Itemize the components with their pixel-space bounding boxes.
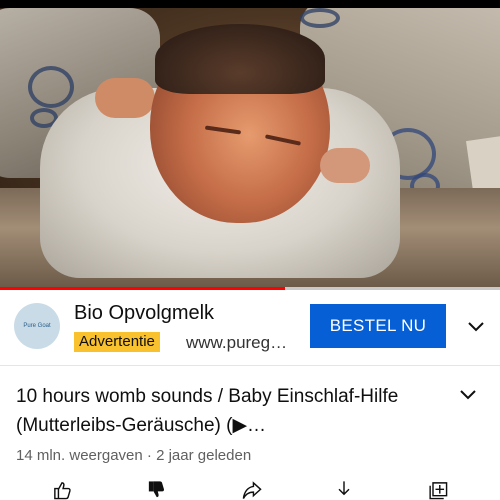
- advertiser-logo[interactable]: Pure Goat: [14, 303, 60, 349]
- save-icon[interactable]: [424, 480, 452, 500]
- upload-age: 2 jaar geleden: [156, 447, 252, 464]
- order-now-button[interactable]: BESTEL NU: [310, 304, 446, 348]
- expand-description-chevron-icon[interactable]: [458, 384, 478, 404]
- status-bar: [0, 0, 500, 8]
- advertiser-name[interactable]: Bio Opvolgmelk: [74, 302, 214, 325]
- like-icon[interactable]: [48, 480, 76, 500]
- ad-banner[interactable]: Pure Goat Bio Opvolgmelk Advertentie www…: [0, 290, 500, 366]
- action-bar: [0, 480, 500, 500]
- dislike-icon[interactable]: [142, 480, 170, 500]
- video-title[interactable]: 10 hours womb sounds / Baby Einschlaf-Hi…: [16, 382, 441, 440]
- share-icon[interactable]: [238, 480, 266, 500]
- video-meta: 14 mln. weergaven · 2 jaar geleden: [16, 447, 251, 464]
- view-count: 14 mln. weergaven: [16, 447, 143, 464]
- download-icon[interactable]: [330, 480, 358, 500]
- meta-separator: ·: [146, 447, 152, 464]
- ad-badge: Advertentie: [74, 332, 160, 352]
- chevron-down-icon[interactable]: [466, 316, 486, 336]
- ad-url[interactable]: www.pureg…: [186, 333, 287, 353]
- video-player[interactable]: [0, 8, 500, 288]
